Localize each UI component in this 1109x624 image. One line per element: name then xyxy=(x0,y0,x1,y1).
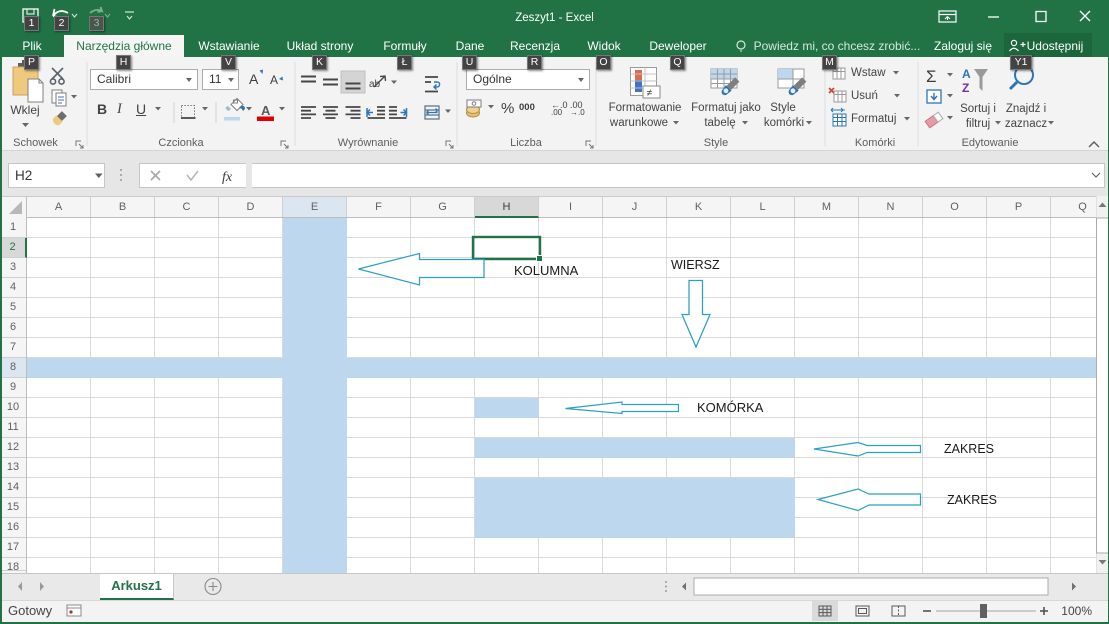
svg-text:A: A xyxy=(249,71,259,87)
svg-text:Σ: Σ xyxy=(926,67,937,86)
svg-text:%: % xyxy=(501,100,514,117)
svg-text:A: A xyxy=(962,67,971,81)
svg-text:.00: .00 xyxy=(551,108,563,117)
svg-text:A: A xyxy=(261,103,271,118)
svg-text:000: 000 xyxy=(519,102,535,113)
svg-text:ab: ab xyxy=(369,79,381,90)
svg-text:≠: ≠ xyxy=(647,88,653,99)
svg-text:→.0: →.0 xyxy=(570,108,585,117)
svg-text:A: A xyxy=(270,73,278,87)
svg-text:fx: fx xyxy=(222,170,233,185)
svg-text:Z: Z xyxy=(962,81,969,95)
